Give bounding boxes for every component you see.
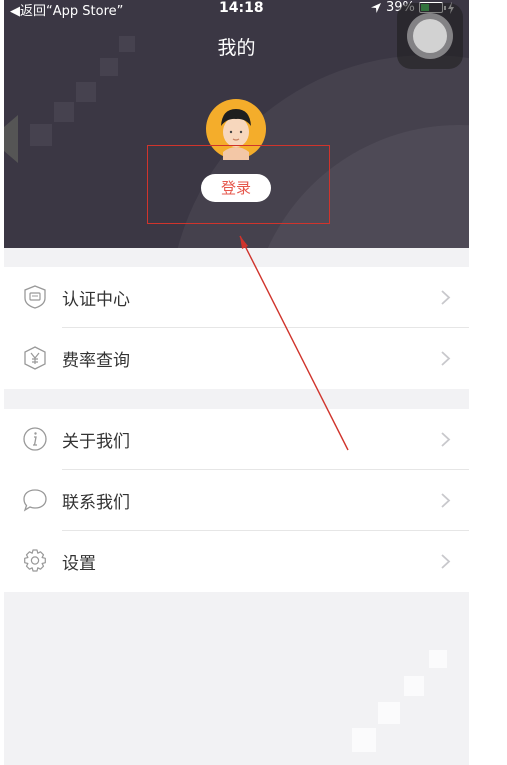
menu-item-about-us[interactable]: 关于我们: [4, 409, 469, 470]
chevron-right-icon: [441, 432, 451, 447]
phone-screen: ◀返回“App Store” 14:18 39% 我的 登录: [4, 0, 469, 765]
side-swipe-tab: [4, 115, 18, 163]
chevron-right-icon: [441, 493, 451, 508]
back-to-app-store-link[interactable]: ◀返回“App Store”: [10, 0, 123, 19]
menu-group-1: 认证中心 费率查询: [4, 267, 469, 389]
assistive-touch-button[interactable]: [397, 3, 463, 69]
chevron-right-icon: [441, 554, 451, 569]
chevron-right-icon: [441, 290, 451, 305]
menu-item-label: 联系我们: [62, 493, 130, 513]
location-arrow-icon: [371, 2, 381, 13]
yen-shield-icon: [24, 346, 46, 370]
menu-item-label: 关于我们: [62, 432, 130, 452]
chevron-right-icon: [441, 351, 451, 366]
id-card-shield-icon: [24, 285, 46, 309]
menu-item-label: 设置: [62, 554, 96, 574]
gear-icon: [24, 549, 46, 572]
menu-item-label: 费率查询: [62, 351, 130, 371]
annotation-highlight-box: [147, 145, 330, 224]
status-time: 14:18: [219, 0, 264, 16]
menu-item-contact-us[interactable]: 联系我们: [4, 470, 469, 531]
chat-bubble-icon: [23, 489, 47, 512]
menu-item-label: 认证中心: [62, 290, 130, 310]
info-circle-icon: [23, 427, 47, 451]
menu-group-2: 关于我们 联系我们 设置: [4, 409, 469, 592]
profile-header: ◀返回“App Store” 14:18 39% 我的 登录: [4, 0, 469, 248]
menu-item-rate-query[interactable]: 费率查询: [4, 328, 469, 389]
menu-item-certification[interactable]: 认证中心: [4, 267, 469, 328]
menu-item-settings[interactable]: 设置: [4, 531, 469, 592]
